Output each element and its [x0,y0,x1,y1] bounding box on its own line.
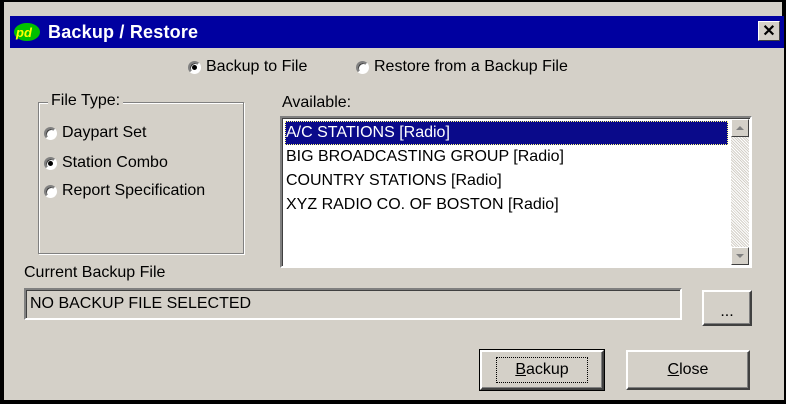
close-button[interactable]: Close [626,350,750,390]
radio-report-specification[interactable]: Report Specification [44,182,205,200]
scroll-up-button[interactable] [731,119,749,137]
browse-button[interactable]: ... [702,290,752,326]
arrow-down-icon [736,254,744,258]
title-bar[interactable]: pd Backup / Restore ✕ [10,16,784,48]
backup-restore-window: pd Backup / Restore ✕ Backup to File Res… [0,0,786,404]
svg-text:pd: pd [15,25,33,40]
radio-daypart-set[interactable]: Daypart Set [44,124,146,142]
list-item[interactable]: COUNTRY STATIONS [Radio] [285,169,728,193]
available-label: Available: [282,94,352,111]
radio-dot-icon [356,60,369,74]
list-item[interactable]: XYZ RADIO CO. OF BOSTON [Radio] [285,193,728,217]
file-type-label: File Type: [48,92,124,110]
vertical-scrollbar[interactable] [731,119,749,265]
arrow-up-icon [736,126,744,130]
radio-dot-icon [44,126,57,140]
dialog-body: Backup to File Restore from a Backup Fil… [10,48,784,400]
radio-restore-from-backup[interactable]: Restore from a Backup File [356,58,568,76]
ellipsis-icon: ... [720,303,734,320]
list-item[interactable]: BIG BROADCASTING GROUP [Radio] [285,145,728,169]
close-icon: ✕ [762,23,776,40]
current-backup-file-label: Current Backup File [24,264,166,281]
radio-dot-icon [44,184,57,198]
list-item[interactable]: A/C STATIONS [Radio] [285,121,728,145]
close-window-button[interactable]: ✕ [758,21,780,41]
radio-dot-icon [188,60,201,74]
available-listbox[interactable]: A/C STATIONS [Radio] BIG BROADCASTING GR… [280,116,752,268]
radio-dot-icon [44,156,57,170]
radio-backup-to-file[interactable]: Backup to File [188,58,307,76]
backup-file-path-field: NO BACKUP FILE SELECTED [24,288,682,320]
radio-station-combo[interactable]: Station Combo [44,154,168,172]
app-logo-icon: pd [12,20,42,44]
backup-button[interactable]: Backup [479,349,605,391]
window-title: Backup / Restore [48,21,199,42]
scroll-down-button[interactable] [731,247,749,265]
